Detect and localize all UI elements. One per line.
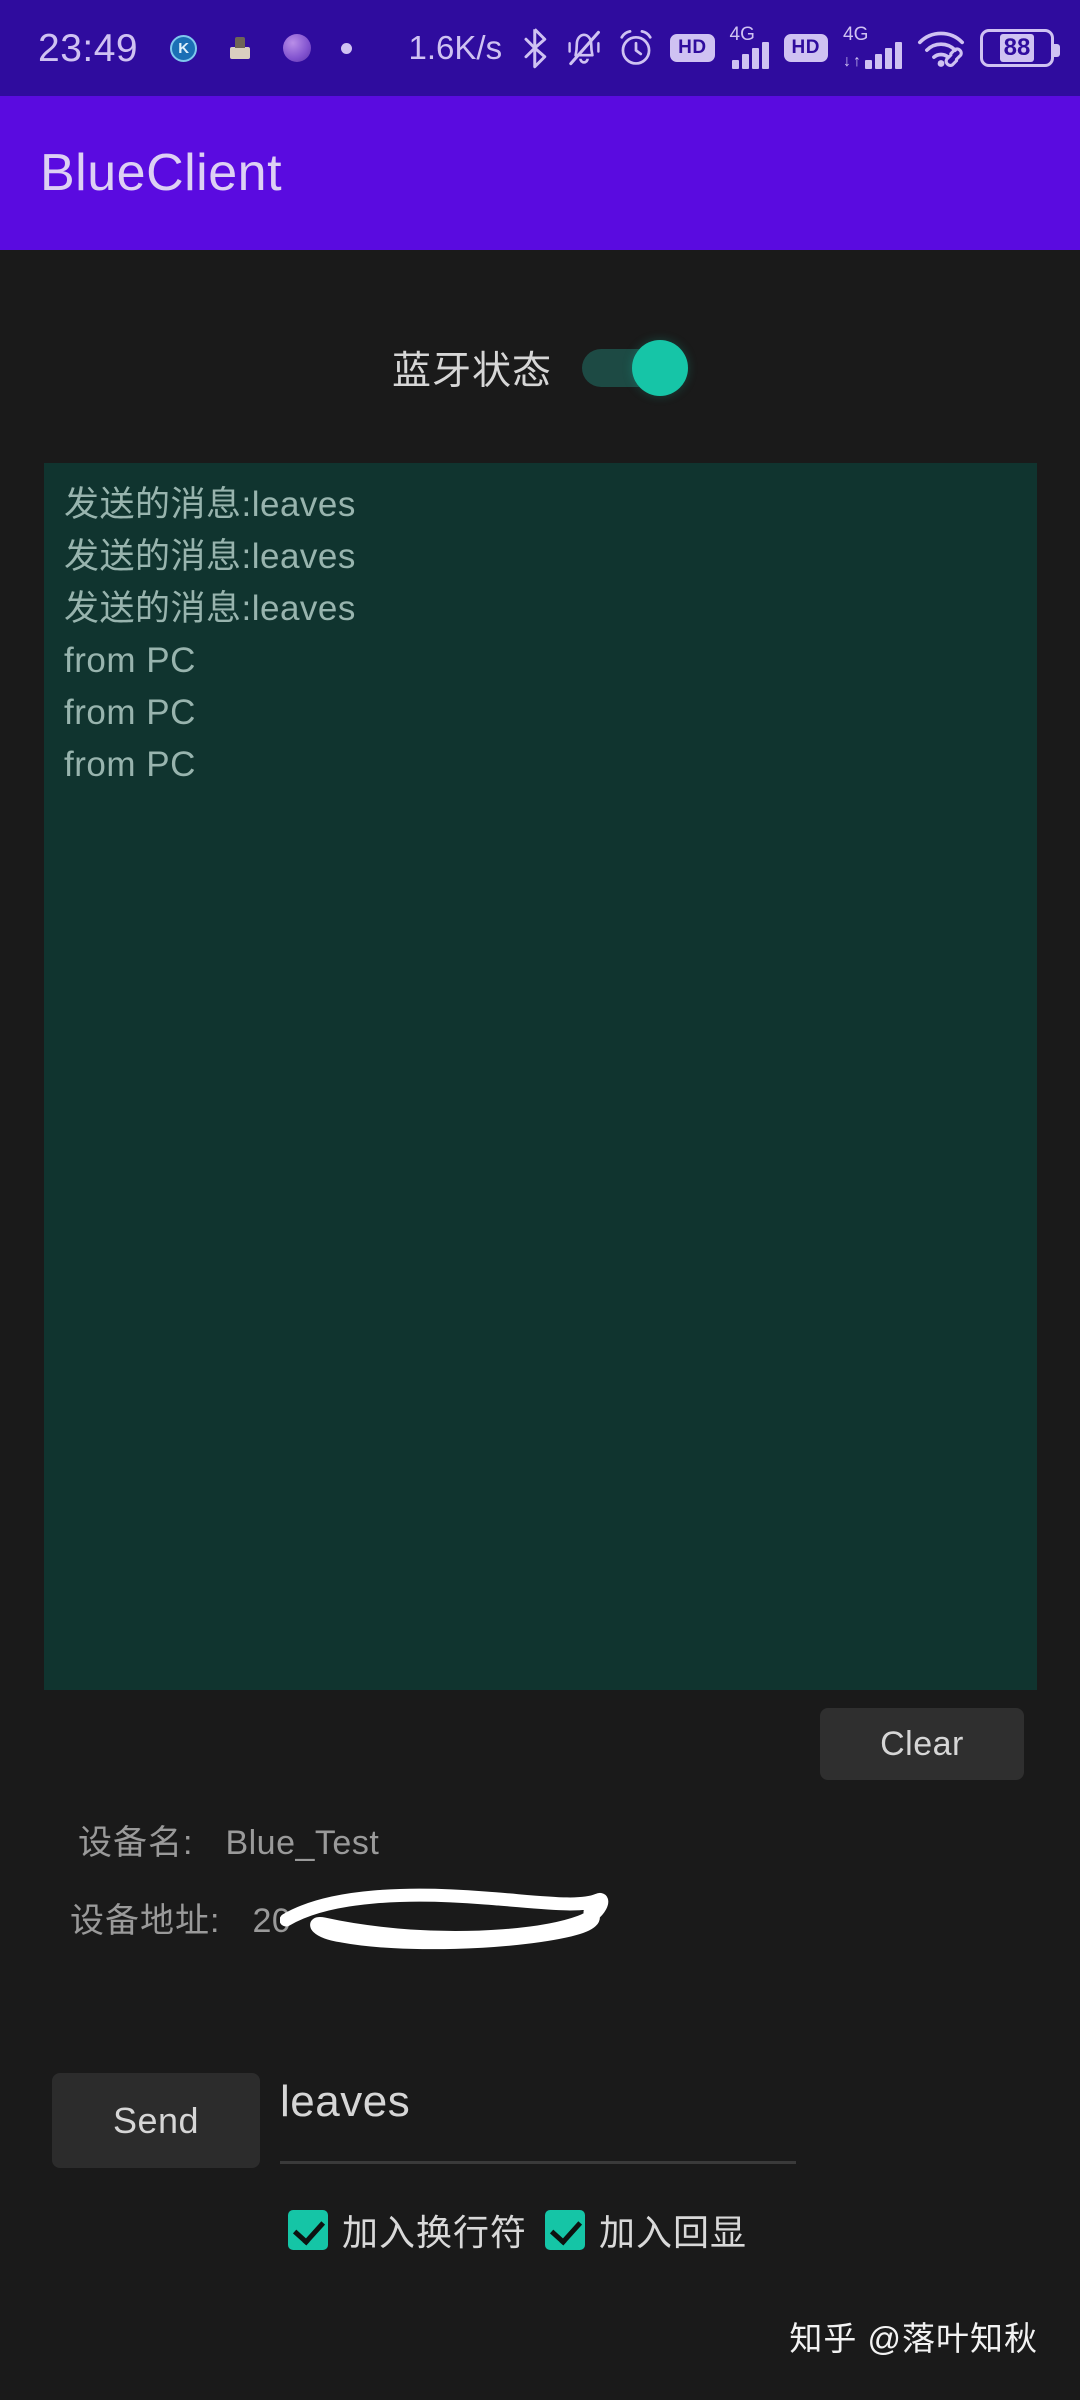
checkbox-add-newline[interactable]: 加入换行符 [288, 2204, 527, 2256]
battery-level-label: 88 [999, 34, 1035, 62]
notification-icons: K [170, 34, 353, 62]
options-row: 加入换行符 加入回显 [288, 2204, 747, 2256]
purple-orb-icon [283, 34, 312, 62]
clear-button[interactable]: Clear [820, 1708, 1024, 1780]
checkbox-check-icon [545, 2210, 586, 2250]
bluetooth-status-row: 蓝牙状态 [0, 340, 1080, 396]
device-name-row: 设备名: Blue_Test [78, 1815, 379, 1864]
alarm-clock-icon [620, 30, 652, 65]
sim2-signal-bars [865, 42, 902, 69]
dot-icon [341, 42, 353, 54]
device-name-value: Blue_Test [225, 1824, 380, 1862]
network-speed-label: 1.6K/s [408, 29, 503, 66]
checkbox-add-newline-label: 加入换行符 [342, 2212, 528, 2253]
log-line: from PC [64, 641, 196, 680]
message-input[interactable]: leaves [280, 2080, 796, 2164]
sim1-signal-icon: 4G [729, 24, 769, 69]
message-input-underline [280, 2161, 796, 2164]
watermark: 知乎 @落叶知秋 [789, 2320, 1038, 2357]
phone-screen: 23:49 K 1.6K/s HD 4G HD 4G ↓ ↑ 88 BlueCl… [0, 0, 1080, 2400]
sim2-network-label: 4G [843, 24, 869, 45]
data-transfer-arrows-icon: ↓ ↑ [843, 53, 861, 71]
message-log[interactable]: 发送的消息:leaves 发送的消息:leaves 发送的消息:leaves f… [44, 463, 1037, 1690]
k-app-icon: K [170, 34, 198, 62]
log-line: from PC [64, 745, 196, 784]
log-line: 发送的消息:leaves [64, 485, 356, 524]
bluetooth-toggle[interactable] [582, 340, 688, 396]
sim1-network-label: 4G [729, 24, 755, 45]
redaction-scribble [280, 1888, 609, 1950]
bluetooth-icon [524, 28, 547, 69]
device-name-label: 设备名: [78, 1824, 194, 1862]
log-line: 发送的消息:leaves [64, 589, 356, 628]
message-input-value: leaves [280, 2077, 411, 2126]
sim1-signal-bars [731, 42, 769, 69]
status-bar-clock: 23:49 [38, 26, 139, 70]
page-title: BlueClient [40, 144, 283, 202]
sim2-signal-icon: 4G ↓ ↑ [843, 24, 902, 71]
toggle-thumb [632, 340, 688, 396]
bluetooth-status-label: 蓝牙状态 [391, 350, 552, 393]
checkbox-add-echo[interactable]: 加入回显 [545, 2204, 747, 2256]
device-address-value: 20 [252, 1902, 292, 1940]
battery-icon: 88 [980, 29, 1060, 67]
checkbox-add-echo-label: 加入回显 [599, 2212, 748, 2253]
wifi-icon [917, 31, 965, 67]
checkbox-check-icon [288, 2210, 328, 2250]
device-address-label: 设备地址: [70, 1902, 221, 1940]
device-address-row: 设备地址: 20 [70, 1893, 291, 1942]
status-bar-right-icons: 1.6K/s HD 4G HD 4G ↓ ↑ 88 [408, 24, 1060, 71]
package-icon [227, 37, 253, 59]
app-bar: BlueClient [0, 96, 1080, 250]
hd-badge-icon-2: HD [783, 34, 828, 62]
send-button[interactable]: Send [52, 2073, 260, 2168]
log-line: from PC [64, 693, 196, 732]
hd-badge-icon: HD [670, 34, 715, 62]
status-bar: 23:49 K 1.6K/s HD 4G HD 4G ↓ ↑ 88 [0, 0, 1080, 96]
mute-bell-icon [568, 30, 601, 66]
log-line: 发送的消息:leaves [64, 537, 356, 576]
